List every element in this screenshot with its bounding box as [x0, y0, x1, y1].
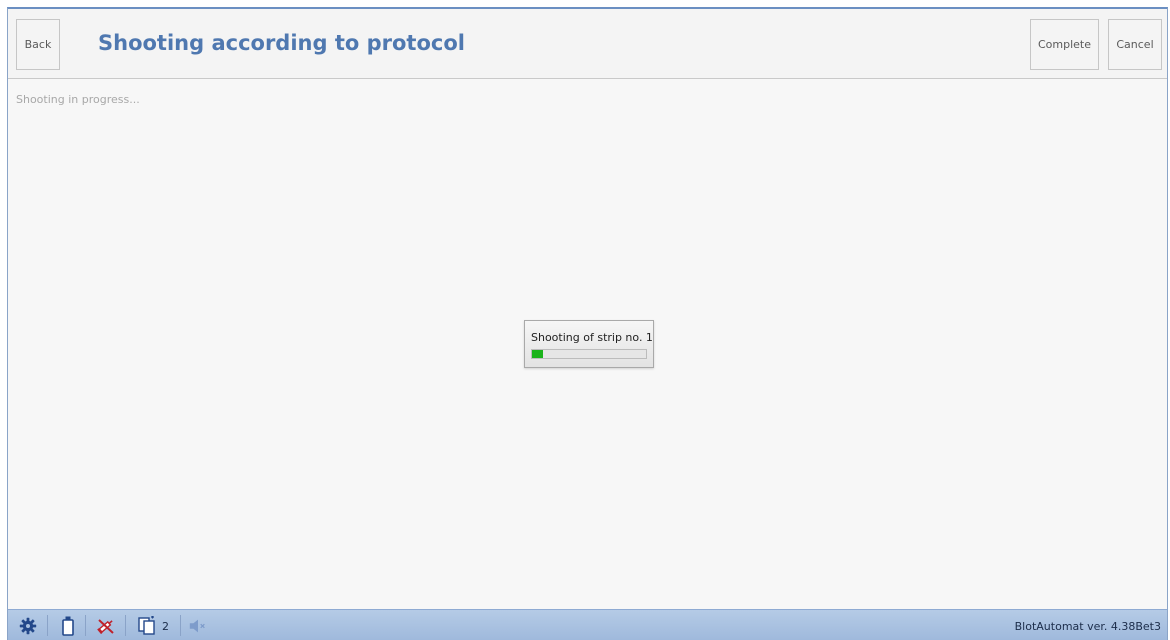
app-window: Back Shooting according to protocol Comp… [7, 7, 1168, 640]
separator [47, 615, 48, 636]
progress-dialog: Shooting of strip no. 1 [524, 320, 654, 368]
separator [180, 615, 181, 636]
cancel-button[interactable]: Cancel [1108, 19, 1162, 70]
gear-icon[interactable] [18, 616, 38, 636]
version-label: BlotAutomat ver. 4.38Bet3 [1014, 620, 1161, 633]
separator [125, 615, 126, 636]
documents-icon[interactable] [137, 616, 157, 636]
bottle-icon[interactable] [58, 616, 78, 636]
document-count: 2 [162, 620, 169, 633]
page-title: Shooting according to protocol [98, 31, 465, 55]
separator [85, 615, 86, 636]
progress-label: Shooting of strip no. 1 [531, 331, 653, 344]
header-bar: Back Shooting according to protocol Comp… [8, 9, 1167, 79]
progress-fill [532, 350, 544, 358]
status-bar: 2 BlotAutomat ver. 4.38Bet3 [8, 609, 1167, 640]
syringe-disabled-icon[interactable] [96, 616, 116, 636]
progress-bar [531, 349, 647, 359]
back-button[interactable]: Back [16, 19, 60, 70]
complete-button[interactable]: Complete [1030, 19, 1099, 70]
speaker-muted-icon[interactable] [188, 616, 208, 636]
status-text: Shooting in progress... [16, 93, 140, 106]
